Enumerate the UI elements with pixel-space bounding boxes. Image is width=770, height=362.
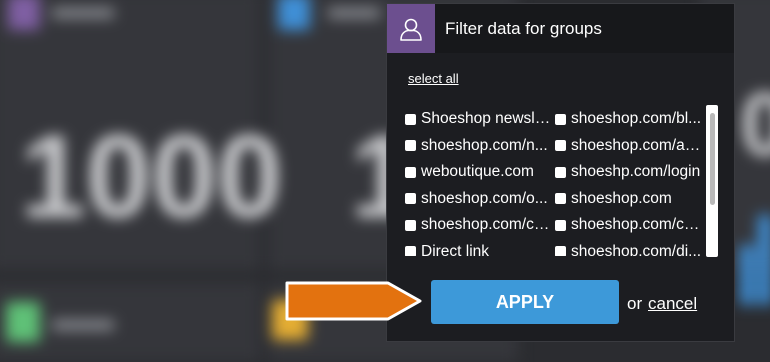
user-icon [400, 18, 422, 41]
checkbox[interactable] [555, 140, 566, 152]
tile-title [52, 8, 114, 18]
group-checkbox-item[interactable]: shoeshop.com/o... [405, 186, 555, 213]
checkbox[interactable] [405, 219, 416, 231]
pointer-arrow-icon [285, 281, 422, 321]
checkbox[interactable] [555, 113, 566, 125]
checkbox-label: shoeshp.com/login [571, 163, 701, 181]
tile-icon [278, 0, 310, 30]
checkbox[interactable] [555, 166, 566, 178]
group-checkbox-item[interactable]: shoeshop.com [555, 186, 705, 213]
chart-column [740, 245, 754, 305]
checkbox[interactable] [405, 193, 416, 205]
checkbox[interactable] [405, 113, 416, 125]
popup-header: Filter data for groups [387, 4, 734, 53]
popup-title: Filter data for groups [445, 18, 602, 38]
tile-value: 0 [740, 75, 770, 175]
tile-value: 1000 [20, 111, 283, 243]
tile-title [52, 320, 114, 330]
group-checkbox-item[interactable]: Direct link [405, 239, 555, 256]
tile-icon [6, 302, 40, 342]
select-all-link[interactable]: select all [408, 71, 459, 86]
group-checkbox-item[interactable]: shoeshop.com/n... [405, 133, 555, 160]
group-checkbox-item[interactable]: shoeshop.com/di... [555, 239, 705, 256]
scrollbar[interactable] [706, 105, 718, 257]
filter-popup: Filter data for groups select all Shoesh… [386, 3, 735, 342]
group-checkbox-item[interactable]: Shoeshop newsle... [405, 106, 555, 133]
cancel-link[interactable]: cancel [648, 294, 697, 314]
checkbox-label: Shoeshop newsle... [421, 110, 555, 128]
header-icon-box [387, 4, 435, 53]
group-checkbox-list[interactable]: Shoeshop newsle... shoeshop.com/bl... shoe… [405, 106, 707, 256]
tile-icon [8, 0, 40, 30]
apply-button[interactable]: APPLY [431, 280, 619, 324]
scrollbar-thumb[interactable] [710, 113, 715, 205]
checkbox-label: Direct link [421, 242, 490, 256]
group-checkbox-item[interactable]: shoeshp.com/login [555, 159, 705, 186]
checkbox-label: shoeshop.com [571, 189, 672, 207]
checkbox[interactable] [555, 193, 566, 205]
checkbox[interactable] [405, 140, 416, 152]
checkbox-label: shoeshop.com/ca... [571, 216, 705, 234]
group-checkbox-item[interactable]: shoeshop.com/bl... [555, 106, 705, 133]
checkbox-label: shoeshop.com/o... [421, 189, 548, 207]
checkbox-label: shoeshop.com/ac... [571, 136, 705, 154]
checkbox[interactable] [555, 219, 566, 231]
group-checkbox-item[interactable]: shoeshop.com/ac... [555, 133, 705, 160]
group-checkbox-item[interactable]: shoeshop.com/ch... [405, 212, 555, 239]
group-checkbox-item[interactable]: weboutique.com [405, 159, 555, 186]
chart-column [758, 215, 770, 305]
checkbox-label: weboutique.com [421, 163, 534, 181]
checkbox-label: shoeshop.com/n... [421, 136, 548, 154]
checkbox-label: shoeshop.com/bl... [571, 110, 702, 128]
checkbox[interactable] [555, 246, 566, 256]
tile-title [328, 8, 380, 18]
checkbox[interactable] [405, 246, 416, 256]
checkbox[interactable] [405, 166, 416, 178]
group-checkbox-item[interactable]: shoeshop.com/ca... [555, 212, 705, 239]
checkbox-label: shoeshop.com/ch... [421, 216, 555, 234]
or-text: or [627, 294, 643, 313]
checkbox-label: shoeshop.com/di... [571, 242, 702, 256]
